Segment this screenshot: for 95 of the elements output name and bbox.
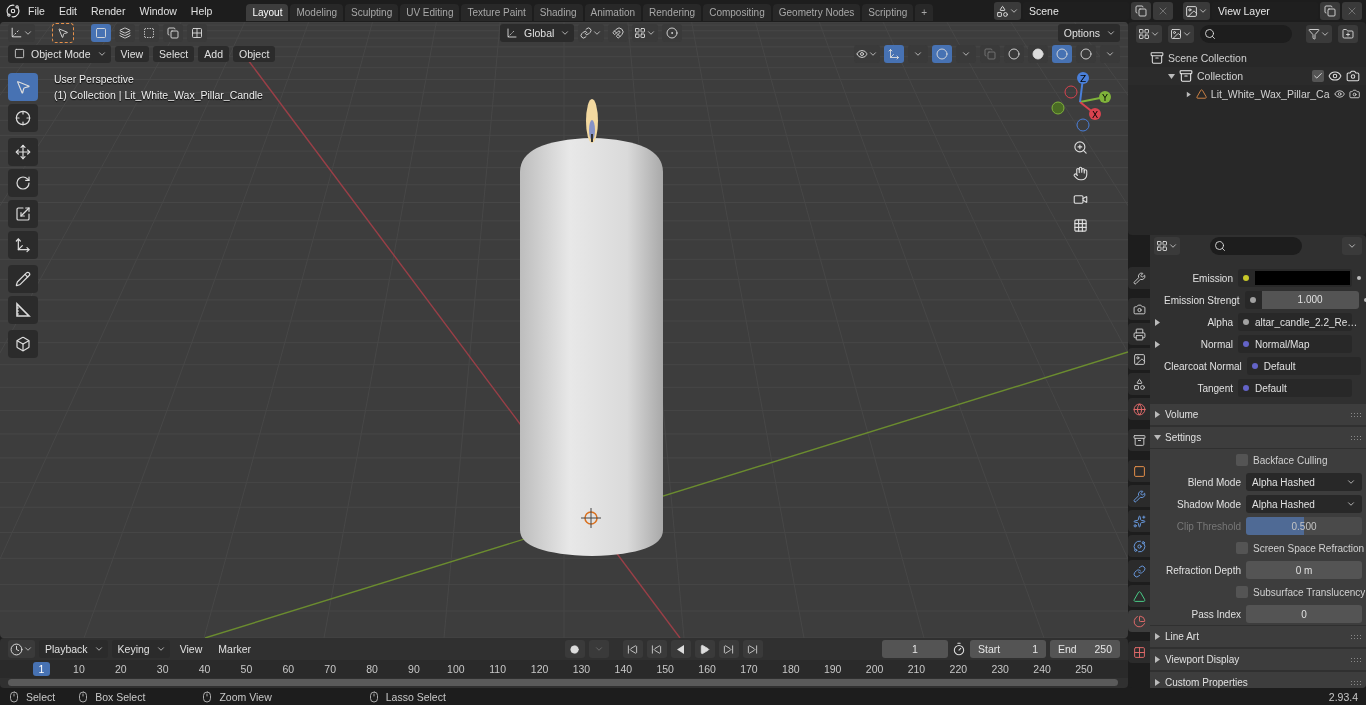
outliner-item[interactable]: Scene Collection (1168, 52, 1360, 64)
menu-item[interactable]: Edit (52, 5, 83, 17)
property-label: Alpha (1206, 316, 1234, 328)
options-dropdown[interactable]: Options (1057, 23, 1120, 42)
status-hint: Box Select (95, 690, 146, 703)
panel-header[interactable]: Custom Properties (1150, 672, 1366, 688)
frame-number: 130 (571, 663, 592, 675)
property-label: Emission Strengt (1164, 294, 1241, 306)
start-frame-field[interactable]: Start 1 (970, 640, 1046, 658)
frame-number: 180 (781, 663, 801, 675)
property-label: Clearcoat Normal (1164, 360, 1243, 372)
timeline-menu[interactable]: Keying (111, 640, 170, 658)
frame-number: 190 (822, 663, 843, 675)
dropdown[interactable]: Alpha Hashed (1246, 495, 1362, 513)
number-field[interactable]: 0 (1246, 605, 1362, 623)
viewport-menu[interactable]: Select (153, 45, 195, 62)
collection-info: (1) Collection | Lit_White_Wax_Pillar_Candle (54, 89, 263, 101)
socket-field[interactable]: Default (1246, 357, 1361, 375)
workspace-tab[interactable]: Sculpting (345, 4, 399, 21)
viewport-menu[interactable]: Add (198, 45, 229, 62)
frame-number: 80 (365, 663, 379, 675)
socket-field[interactable]: Default (1238, 379, 1352, 397)
frame-number: 160 (697, 663, 717, 675)
property-label: Normal (1199, 338, 1234, 350)
mode-dropdown[interactable]: Object Mode (8, 44, 111, 63)
workspace-tab[interactable]: Geometry Nodes (772, 4, 861, 21)
frame-number: 100 (446, 663, 466, 675)
end-frame-field[interactable]: End 250 (1050, 640, 1120, 658)
property-label: Tangent (1196, 382, 1234, 394)
workspace-tab[interactable]: Compositing (703, 4, 771, 21)
frame-number: 70 (323, 663, 338, 675)
menu-item[interactable]: Render (85, 5, 132, 17)
frame-number: 140 (613, 663, 634, 675)
timeline-menu[interactable]: View (173, 643, 209, 655)
dropdown[interactable]: Alpha Hashed (1246, 473, 1362, 491)
viewport-menu[interactable]: Object (233, 45, 276, 62)
timeline-menu[interactable]: Marker (212, 643, 257, 655)
workspace-tab[interactable]: UV Editing (400, 4, 460, 21)
workspace-tab[interactable]: Modeling (290, 4, 344, 21)
version-label: 2.93.4 (1328, 690, 1358, 703)
timeline-menu[interactable]: Playback (39, 640, 108, 658)
frame-number: 250 (1074, 663, 1094, 675)
checkbox-label: Screen Space Refraction (1253, 542, 1365, 554)
status-hint: Zoom View (219, 690, 272, 703)
frame-number: 110 (488, 663, 508, 675)
frame-number: 120 (529, 663, 550, 675)
outliner-item[interactable]: Lit_White_Wax_Pillar_Ca (1210, 88, 1330, 100)
number-field[interactable]: 0 m (1246, 561, 1362, 579)
viewport-menu[interactable]: View (114, 45, 150, 62)
property-label: Emission (1191, 272, 1234, 284)
frame-number: 30 (155, 663, 170, 675)
outliner-item[interactable]: Collection (1197, 70, 1308, 82)
property-label: Shadow Mode (1176, 498, 1242, 510)
frame-number: 210 (906, 663, 927, 675)
navigation-gizmo[interactable]: Z Y X (1045, 70, 1115, 132)
panel-header[interactable]: Line Art (1150, 626, 1366, 647)
menu-item[interactable]: File (22, 5, 51, 17)
frame-number: 220 (948, 663, 969, 675)
panel-header[interactable]: Volume (1150, 404, 1366, 425)
checkbox-label: Subsurface Translucency (1253, 586, 1366, 598)
frame-number: 50 (239, 663, 254, 675)
socket-field[interactable]: Normal/Map (1238, 335, 1352, 353)
panel-header[interactable]: Settings (1150, 427, 1366, 448)
frame-number: 150 (655, 663, 675, 675)
add-workspace-button[interactable]: + (915, 4, 934, 21)
workspace-tab[interactable]: Rendering (643, 4, 702, 21)
property-label: Blend Mode (1186, 476, 1242, 488)
panel-header[interactable]: Viewport Display (1150, 649, 1366, 670)
frame-number: 60 (281, 663, 296, 675)
property-label: Pass Index (1190, 608, 1242, 620)
workspace-tab[interactable]: Layout (246, 4, 289, 21)
frame-number: 230 (990, 663, 1010, 675)
frame-number: 170 (739, 663, 759, 675)
status-hint: Select (26, 690, 56, 703)
workspace-tab[interactable]: Animation (584, 4, 641, 21)
checkbox-label: Backface Culling (1253, 454, 1328, 466)
menu-item[interactable]: Window (133, 5, 183, 17)
frame-number: 90 (407, 663, 421, 675)
workspace-tab[interactable]: Scripting (862, 4, 914, 21)
frame-number: 240 (1032, 663, 1052, 675)
frame-number: 40 (197, 663, 212, 675)
property-label: Clip Threshold (1175, 520, 1242, 532)
property-label: Refraction Depth (1164, 564, 1242, 576)
frame-number: 20 (113, 663, 128, 675)
view-name: User Perspective (54, 73, 134, 85)
workspace-tab[interactable]: Shading (533, 4, 583, 21)
socket-field[interactable]: 1.000 (1244, 291, 1359, 309)
current-frame-field[interactable]: 1 (882, 640, 948, 658)
menu-item[interactable]: Help (184, 5, 219, 17)
orientation-dropdown[interactable]: Global (500, 23, 575, 42)
workspace-tab[interactable]: Texture Paint (461, 4, 532, 21)
status-hint: Lasso Select (385, 690, 446, 703)
frame-number: 200 (864, 663, 885, 675)
current-frame-marker[interactable]: 1 (33, 662, 50, 676)
frame-number: 10 (72, 663, 86, 675)
